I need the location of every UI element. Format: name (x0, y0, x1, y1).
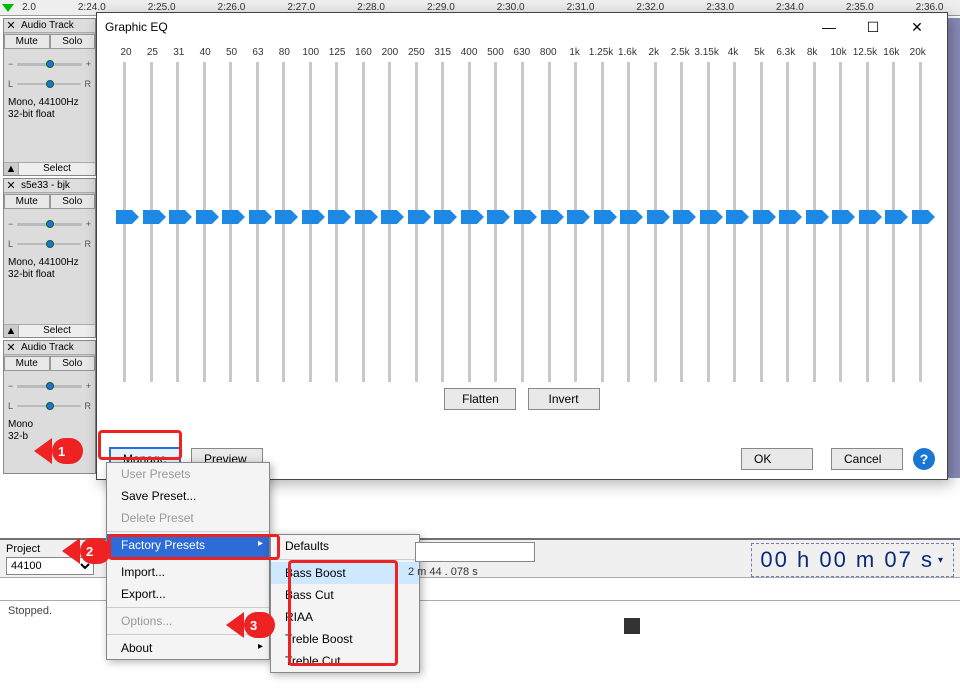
menu-export[interactable]: Export... (107, 583, 269, 608)
eq-band-slider[interactable] (246, 62, 268, 382)
preset-treble-cut[interactable]: Treble Cut (271, 650, 419, 672)
track-panel-2: ✕ s5e33 - bjk Mute Solo −+ LR Mono, 4410… (3, 178, 96, 338)
playback-state: Stopped. (8, 605, 52, 617)
time-counter[interactable]: 00 h 00 m 07 s▾ (751, 543, 954, 577)
eq-band-slider[interactable] (856, 62, 878, 382)
menu-user-presets: User Presets (107, 463, 269, 485)
collapse-icon[interactable]: ▲ (4, 325, 18, 337)
eq-band-slider[interactable] (564, 62, 586, 382)
eq-band-slider[interactable] (299, 62, 321, 382)
eq-band-slider[interactable] (378, 62, 400, 382)
track-title[interactable]: s5e33 - bjk (18, 179, 95, 192)
cancel-button[interactable]: Cancel (831, 448, 903, 470)
solo-button[interactable]: Solo (50, 194, 96, 209)
eq-band-slider[interactable] (431, 62, 453, 382)
select-button[interactable]: Select (18, 163, 95, 175)
eq-band-slider[interactable] (617, 62, 639, 382)
preset-bass-boost[interactable]: Bass Boost (271, 562, 419, 584)
eq-band-slider[interactable] (882, 62, 904, 382)
collapse-icon[interactable]: ▲ (4, 163, 18, 175)
preset-defaults[interactable]: Defaults (271, 535, 419, 560)
preset-riaa[interactable]: RIAA (271, 606, 419, 628)
eq-band-slider[interactable] (670, 62, 692, 382)
eq-band-slider[interactable] (325, 62, 347, 382)
invert-button[interactable]: Invert (528, 388, 600, 410)
annotation-badge-2: 2 (80, 538, 111, 564)
annotation-badge-1: 1 (52, 438, 83, 464)
track-format: Mono, 44100Hz (8, 97, 91, 109)
eq-band-slider[interactable] (829, 62, 851, 382)
menu-import[interactable]: Import... (107, 561, 269, 583)
image-icon (624, 618, 640, 634)
eq-band-slider[interactable] (776, 62, 798, 382)
eq-band-slider[interactable] (219, 62, 241, 382)
mute-button[interactable]: Mute (4, 34, 50, 49)
preset-treble-boost[interactable]: Treble Boost (271, 628, 419, 650)
eq-band-slider[interactable] (538, 62, 560, 382)
eq-band-slider[interactable] (697, 62, 719, 382)
selection-mode-select[interactable] (415, 542, 535, 562)
eq-band-slider[interactable] (405, 62, 427, 382)
select-button[interactable]: Select (18, 325, 95, 337)
mute-button[interactable]: Mute (4, 356, 50, 371)
eq-band-slider[interactable] (723, 62, 745, 382)
menu-delete-preset: Delete Preset (107, 507, 269, 532)
eq-band-slider[interactable] (484, 62, 506, 382)
close-track-icon[interactable]: ✕ (4, 341, 18, 354)
eq-band-slider[interactable] (140, 62, 162, 382)
eq-band-slider[interactable] (272, 62, 294, 382)
eq-band-slider[interactable] (644, 62, 666, 382)
graphic-eq-dialog: Graphic EQ — ☐ ✕ 20253140506380100125160… (96, 12, 948, 480)
ok-button[interactable]: OK (741, 448, 813, 470)
menu-factory-presets[interactable]: Factory Presets (107, 534, 269, 559)
selection-time-field[interactable]: 2 m 44 . 078 s (408, 566, 478, 578)
track-panel-1: ✕ Audio Track Mute Solo −+ LR Mono, 4410… (3, 18, 96, 176)
eq-band-slider[interactable] (511, 62, 533, 382)
help-icon[interactable]: ? (913, 448, 935, 470)
eq-band-slider[interactable] (591, 62, 613, 382)
eq-sliders (113, 62, 931, 382)
eq-band-slider[interactable] (458, 62, 480, 382)
track-title[interactable]: Audio Track (18, 19, 95, 32)
annotation-badge-3: 3 (244, 612, 275, 638)
eq-band-slider[interactable] (803, 62, 825, 382)
menu-save-preset[interactable]: Save Preset... (107, 485, 269, 507)
minimize-icon[interactable]: — (807, 13, 851, 41)
track-title[interactable]: Audio Track (18, 341, 95, 354)
project-rate-select[interactable]: 44100 (6, 557, 94, 575)
flatten-button[interactable]: Flatten (444, 388, 516, 410)
eq-band-slider[interactable] (113, 62, 135, 382)
menu-about[interactable]: About (107, 637, 269, 659)
close-track-icon[interactable]: ✕ (4, 179, 18, 192)
factory-presets-menu: Defaults Bass Boost Bass Cut RIAA Treble… (270, 534, 420, 673)
solo-button[interactable]: Solo (50, 34, 96, 49)
close-track-icon[interactable]: ✕ (4, 19, 18, 32)
frequency-labels: 2025314050638010012516020025031540050063… (113, 47, 931, 58)
maximize-icon[interactable]: ☐ (851, 13, 895, 41)
close-icon[interactable]: ✕ (895, 13, 939, 41)
eq-band-slider[interactable] (352, 62, 374, 382)
eq-band-slider[interactable] (750, 62, 772, 382)
solo-button[interactable]: Solo (50, 356, 96, 371)
eq-band-slider[interactable] (166, 62, 188, 382)
dialog-title: Graphic EQ (105, 20, 168, 34)
playhead-icon (2, 4, 14, 12)
eq-band-slider[interactable] (909, 62, 931, 382)
eq-band-slider[interactable] (193, 62, 215, 382)
preset-bass-cut[interactable]: Bass Cut (271, 584, 419, 606)
mute-button[interactable]: Mute (4, 194, 50, 209)
